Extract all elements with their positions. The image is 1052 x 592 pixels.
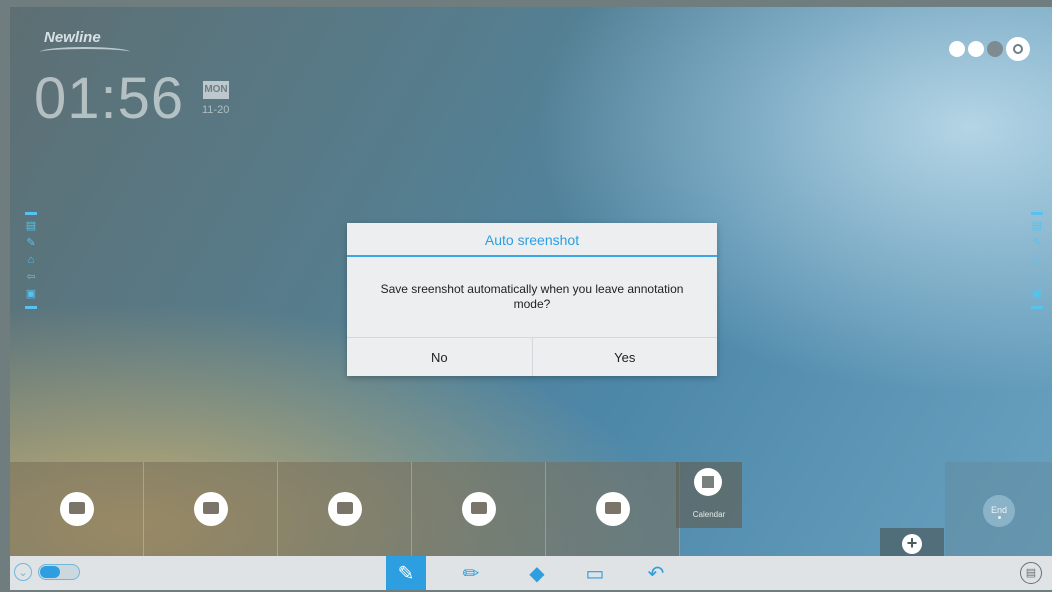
yes-button[interactable]: Yes (531, 338, 718, 376)
dialog-button-row: No Yes (347, 337, 717, 376)
calendar-tile[interactable]: Calendar (676, 462, 742, 528)
eraser-icon[interactable]: ◆ (517, 556, 557, 590)
edit-icon[interactable]: ✎ (1032, 238, 1043, 249)
calendar-icon (694, 468, 722, 496)
display-icon[interactable]: ▣ (26, 289, 37, 300)
folder-icon (595, 492, 630, 526)
brand-swoosh (40, 47, 130, 57)
end-tile: End (945, 462, 1052, 556)
mode-toggle[interactable] (38, 564, 80, 580)
whiteboard-icon (327, 492, 362, 526)
dock-tile-folder[interactable] (546, 462, 680, 556)
annotation-toolbar: ⌄ ✎ ✏ ◆ ▭ ↶ ▤ (10, 556, 1052, 590)
wifi-icon[interactable] (987, 41, 1003, 57)
app-dock (10, 462, 680, 556)
right-side-toolbar: ▤ ✎ ⌂ ⇦ ▣ (1030, 212, 1044, 309)
lan-icon[interactable] (968, 41, 984, 57)
notes-icon[interactable]: ▤ (26, 221, 37, 232)
highlighter-icon[interactable]: ✏ (451, 556, 491, 590)
status-icons (949, 37, 1030, 61)
dialog-message: Save sreenshot automatically when you le… (380, 282, 684, 311)
clipboard-icon[interactable]: ▤ (1020, 562, 1042, 584)
dialog-title: Auto sreenshot (347, 223, 717, 257)
auto-screenshot-dialog: Auto sreenshot Save sreenshot automatica… (347, 223, 717, 376)
sidebar-handle-bottom[interactable] (1031, 306, 1043, 309)
end-button[interactable]: End (983, 495, 1015, 527)
sidebar-handle-top[interactable] (25, 212, 37, 215)
no-button[interactable]: No (347, 338, 532, 376)
edit-icon[interactable]: ✎ (26, 238, 37, 249)
home-icon[interactable]: ⌂ (26, 255, 37, 266)
chevron-down-icon[interactable]: ⌄ (14, 563, 32, 581)
pen-icon[interactable]: ✎ (386, 556, 426, 590)
dock-tile-whiteboard[interactable] (278, 462, 412, 556)
add-tile-button[interactable]: + (880, 528, 944, 556)
home-icon[interactable]: ⌂ (1032, 255, 1043, 266)
dock-tile-apps[interactable] (412, 462, 546, 556)
dock-tile-projector[interactable] (144, 462, 278, 556)
clock-time: 01:56 (34, 66, 185, 131)
screen-capture-icon[interactable]: ▭ (575, 556, 615, 590)
calendar-label: Calendar (692, 510, 726, 519)
display-icon[interactable]: ▣ (1032, 289, 1043, 300)
toggle-knob (40, 566, 60, 578)
brand-logo: Newline (44, 29, 101, 46)
notes-icon[interactable]: ▤ (1032, 221, 1043, 232)
day-badge: MON (203, 81, 229, 99)
dock-tile-monitor[interactable] (10, 462, 144, 556)
left-side-toolbar: ▤ ✎ ⌂ ⇦ ▣ (24, 212, 38, 309)
monitor-icon (59, 492, 94, 526)
date-text: 11-20 (202, 104, 230, 116)
sidebar-handle-top[interactable] (1031, 212, 1043, 215)
plus-icon: + (902, 534, 922, 554)
back-icon[interactable]: ⇦ (26, 272, 37, 283)
desktop-screen: Newline 01:56 MON 11-20 ▤ ✎ ⌂ ⇦ ▣ ▤ ✎ ⌂ … (10, 7, 1052, 590)
undo-icon[interactable]: ↶ (636, 556, 676, 590)
projector-icon (193, 492, 228, 526)
settings-gear-icon[interactable] (1006, 37, 1030, 61)
apps-grid-icon (461, 492, 496, 526)
mic-icon[interactable] (949, 41, 965, 57)
back-icon[interactable]: ⇦ (1032, 272, 1043, 283)
sidebar-handle-bottom[interactable] (25, 306, 37, 309)
